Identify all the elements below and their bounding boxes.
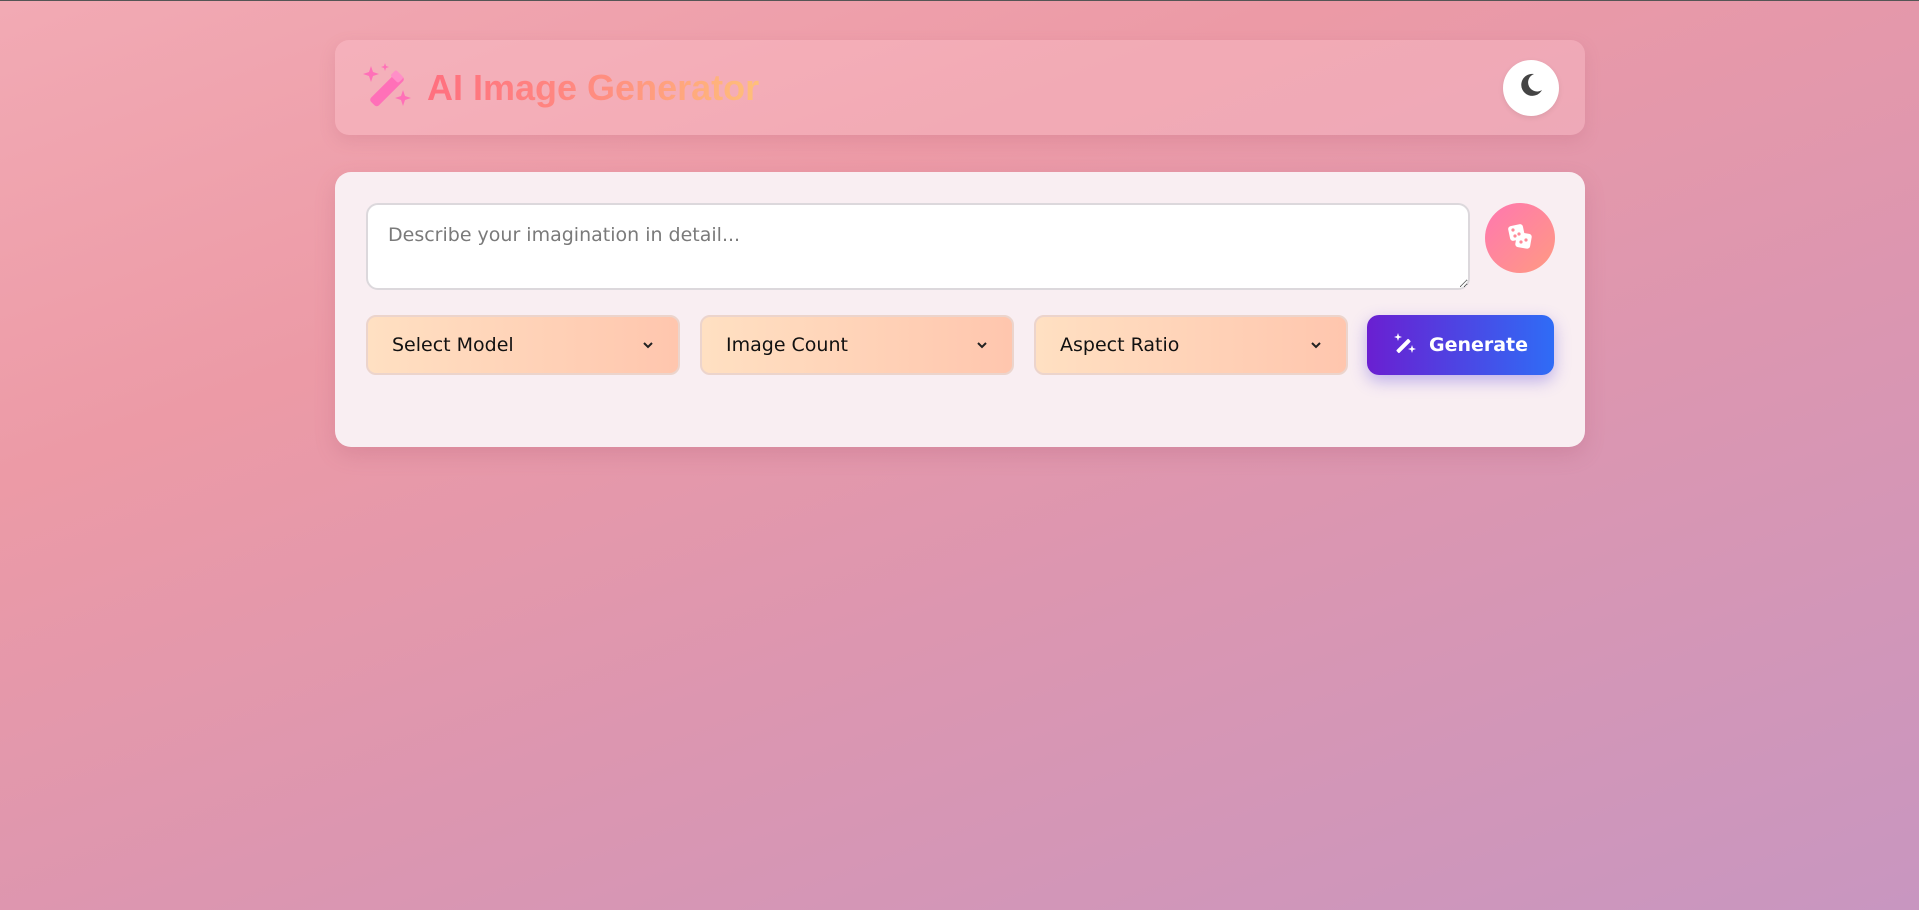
generator-panel: Select Model Image Count Aspect Ratio Ge… [335, 172, 1585, 447]
dice-icon [1505, 222, 1535, 255]
generate-button[interactable]: Generate [1367, 315, 1554, 375]
chevron-down-icon [977, 342, 987, 349]
generate-button-label: Generate [1428, 334, 1529, 356]
chevron-down-icon [1311, 342, 1321, 349]
image-count-select[interactable]: Image Count [700, 315, 1014, 375]
model-select[interactable]: Select Model [366, 315, 680, 375]
page-title: AI Image Generator [427, 66, 760, 108]
magic-wand-sparkles-icon [361, 62, 413, 114]
aspect-ratio-select[interactable]: Aspect Ratio [1034, 315, 1348, 375]
aspect-ratio-select-label: Aspect Ratio [1060, 334, 1180, 356]
app-header: AI Image Generator [335, 40, 1585, 135]
theme-toggle-button[interactable] [1503, 59, 1559, 116]
random-prompt-button[interactable] [1485, 203, 1555, 273]
magic-wand-icon [1393, 332, 1417, 359]
image-count-select-label: Image Count [726, 334, 848, 356]
prompt-input[interactable] [366, 203, 1470, 290]
chevron-down-icon [643, 342, 653, 349]
model-select-label: Select Model [392, 334, 514, 356]
moon-icon [1517, 71, 1545, 104]
